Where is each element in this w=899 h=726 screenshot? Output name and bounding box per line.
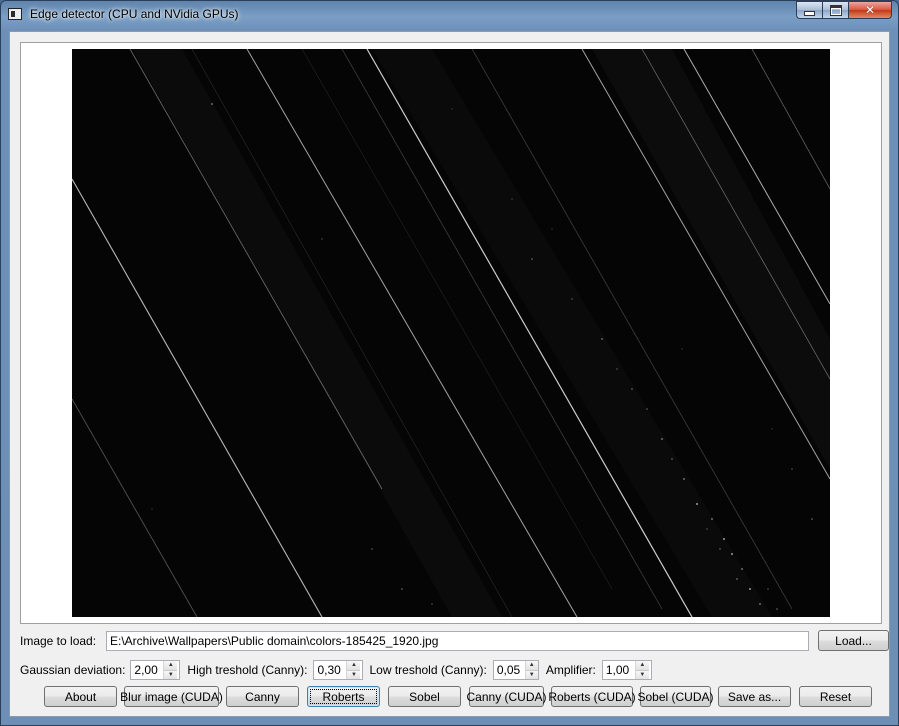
params-row: Gaussian deviation: 2,00 ▲ ▼ High tresho…	[20, 660, 652, 680]
image-preview-frame	[20, 42, 882, 624]
roberts-button[interactable]: Roberts	[307, 686, 380, 707]
reset-button[interactable]: Reset	[799, 686, 872, 707]
gaussian-deviation-value[interactable]: 2,00	[131, 661, 163, 679]
canny-cuda-button[interactable]: Canny (CUDA)	[467, 686, 547, 707]
low-threshold-value[interactable]: 0,05	[494, 661, 525, 679]
close-icon: ✕	[864, 3, 876, 17]
minimize-button[interactable]	[796, 1, 822, 19]
roberts-cuda-button[interactable]: Roberts (CUDA)	[548, 686, 636, 707]
amplifier-spinbox[interactable]: 1,00 ▲ ▼	[601, 660, 652, 680]
app-window: Edge detector (CPU and NVidia GPUs) ✕ Im…	[0, 0, 899, 726]
amplifier-spin-arrows: ▲ ▼	[634, 661, 649, 679]
window-title: Edge detector (CPU and NVidia GPUs)	[30, 7, 239, 21]
spin-down-icon[interactable]: ▼	[635, 669, 649, 679]
low-threshold-label: Low treshold (Canny):	[369, 663, 487, 677]
spin-up-icon[interactable]: ▲	[635, 661, 649, 670]
spin-down-icon[interactable]: ▼	[347, 669, 361, 679]
spin-up-icon[interactable]: ▲	[347, 661, 361, 670]
high-threshold-spinbox[interactable]: 0,30 ▲ ▼	[313, 660, 364, 680]
spin-down-icon[interactable]: ▼	[525, 669, 538, 679]
amplifier-value[interactable]: 1,00	[603, 661, 635, 679]
title-bar[interactable]: Edge detector (CPU and NVidia GPUs) ✕	[1, 1, 898, 29]
app-icon[interactable]	[8, 8, 22, 20]
load-row: Image to load: Load...	[20, 630, 889, 651]
maximize-button[interactable]	[822, 1, 848, 19]
low-threshold-spinbox[interactable]: 0,05 ▲ ▼	[492, 660, 539, 680]
image-to-load-label: Image to load:	[20, 633, 97, 648]
sobel-button[interactable]: Sobel	[388, 686, 461, 707]
client-area: Image to load: Load... Gaussian deviatio…	[9, 31, 890, 717]
gaussian-deviation-label: Gaussian deviation:	[20, 663, 126, 677]
spin-down-icon[interactable]: ▼	[164, 669, 178, 679]
image-path-input[interactable]	[106, 630, 809, 651]
amplifier-label: Amplifier:	[545, 663, 596, 677]
minimize-icon	[804, 10, 815, 16]
low-spin-arrows: ▲ ▼	[524, 661, 538, 679]
edge-image	[72, 49, 830, 617]
blur-cuda-button[interactable]: Blur image (CUDA)	[120, 686, 223, 707]
action-buttons-row: About Blur image (CUDA) Canny Roberts So…	[44, 686, 872, 707]
high-spin-arrows: ▲ ▼	[346, 661, 361, 679]
about-button[interactable]: About	[44, 686, 117, 707]
maximize-icon	[829, 4, 842, 16]
close-button[interactable]: ✕	[848, 1, 892, 19]
spin-up-icon[interactable]: ▲	[164, 661, 178, 670]
spin-up-icon[interactable]: ▲	[525, 661, 538, 670]
canny-button[interactable]: Canny	[226, 686, 299, 707]
sobel-cuda-button[interactable]: Sobel (CUDA)	[637, 686, 714, 707]
gaussian-spin-arrows: ▲ ▼	[163, 661, 178, 679]
high-threshold-label: High treshold (Canny):	[187, 663, 308, 677]
caption-buttons: ✕	[796, 1, 892, 20]
high-threshold-value[interactable]: 0,30	[314, 661, 346, 679]
edge-lines-graphic	[72, 49, 830, 617]
save-as-button[interactable]: Save as...	[718, 686, 791, 707]
gaussian-deviation-spinbox[interactable]: 2,00 ▲ ▼	[130, 660, 181, 680]
load-button[interactable]: Load...	[818, 630, 889, 651]
